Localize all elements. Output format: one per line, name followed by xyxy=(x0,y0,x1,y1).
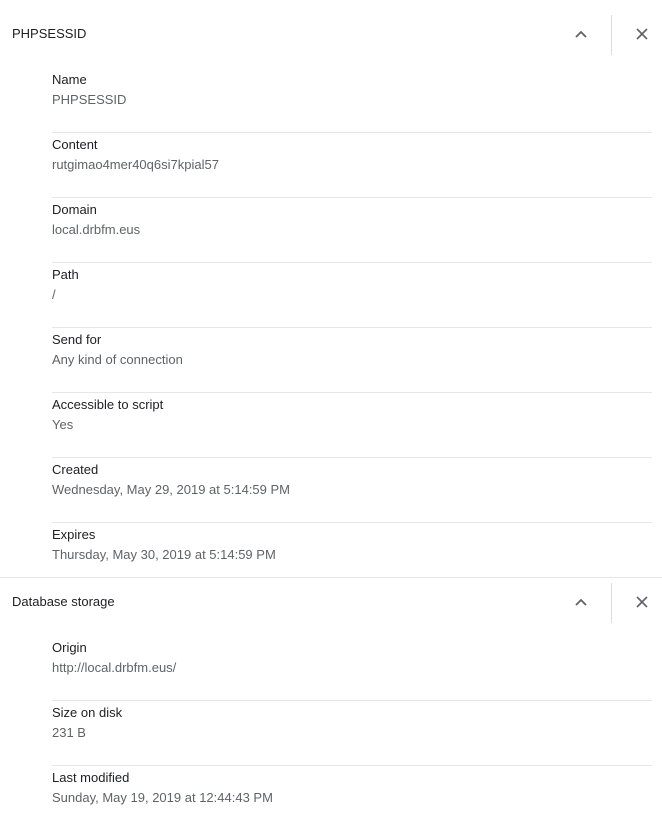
detail-row-created: Created Wednesday, May 29, 2019 at 5:14:… xyxy=(52,458,652,523)
detail-value: / xyxy=(52,287,56,302)
close-icon xyxy=(636,596,648,608)
detail-value: local.drbfm.eus xyxy=(52,222,141,237)
detail-label: Size on disk xyxy=(52,705,123,720)
collapse-button[interactable] xyxy=(565,18,597,50)
detail-row-last-modified: Last modified Sunday, May 19, 2019 at 12… xyxy=(52,766,652,831)
detail-value: Sunday, May 19, 2019 at 12:44:43 PM xyxy=(52,790,273,805)
detail-row-name: Name PHPSESSID xyxy=(52,68,652,133)
detail-value: 231 B xyxy=(52,725,86,740)
detail-row-send-for: Send for Any kind of connection xyxy=(52,328,652,393)
close-icon xyxy=(636,28,648,40)
cookie-details: Name PHPSESSID Content rutgimao4mer40q6s… xyxy=(0,68,662,588)
detail-label: Expires xyxy=(52,527,96,542)
database-section-header: Database storage xyxy=(0,568,662,636)
detail-value: PHPSESSID xyxy=(52,92,127,107)
detail-label: Send for xyxy=(52,332,102,347)
detail-label: Content xyxy=(52,137,98,152)
detail-label: Created xyxy=(52,462,99,477)
detail-value: http://local.drbfm.eus/ xyxy=(52,660,177,675)
detail-label: Path xyxy=(52,267,79,282)
detail-value: Yes xyxy=(52,417,74,432)
detail-label: Last modified xyxy=(52,770,130,785)
database-section: Database storage Origin http://local.drb… xyxy=(0,568,662,831)
detail-row-accessible-to-script: Accessible to script Yes xyxy=(52,393,652,458)
detail-value: Wednesday, May 29, 2019 at 5:14:59 PM xyxy=(52,482,290,497)
collapse-button[interactable] xyxy=(565,586,597,618)
detail-row-path: Path / xyxy=(52,263,652,328)
remove-button[interactable] xyxy=(626,586,658,618)
cookie-section: PHPSESSID Name PHPSESSID Content rutgima… xyxy=(0,0,662,588)
header-divider xyxy=(611,583,612,623)
detail-label: Domain xyxy=(52,202,97,217)
database-section-title: Database storage xyxy=(12,594,115,609)
cookie-section-title: PHPSESSID xyxy=(12,26,87,41)
detail-label: Origin xyxy=(52,640,87,655)
detail-row-domain: Domain local.drbfm.eus xyxy=(52,198,652,263)
remove-button[interactable] xyxy=(626,18,658,50)
header-divider xyxy=(611,15,612,55)
detail-label: Name xyxy=(52,72,87,87)
detail-value: rutgimao4mer40q6si7kpial57 xyxy=(52,157,219,172)
chevron-up-icon xyxy=(575,598,587,606)
detail-value: Thursday, May 30, 2019 at 5:14:59 PM xyxy=(52,547,276,562)
cookie-section-header: PHPSESSID xyxy=(0,0,662,68)
detail-label: Accessible to script xyxy=(52,397,164,412)
database-details: Origin http://local.drbfm.eus/ Size on d… xyxy=(0,636,662,831)
detail-value: Any kind of connection xyxy=(52,352,183,367)
chevron-up-icon xyxy=(575,30,587,38)
detail-row-size-on-disk: Size on disk 231 B xyxy=(52,701,652,766)
detail-row-origin: Origin http://local.drbfm.eus/ xyxy=(52,636,652,701)
detail-row-content: Content rutgimao4mer40q6si7kpial57 xyxy=(52,133,652,198)
